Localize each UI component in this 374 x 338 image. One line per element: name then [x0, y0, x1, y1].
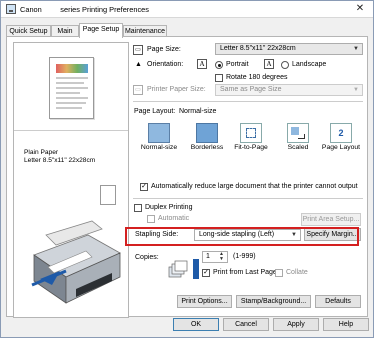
apply-button[interactable]: Apply [273, 318, 319, 331]
preview-media-info: Plain Paper Letter 8.5"x11" 22x28cm [24, 149, 95, 165]
ok-button[interactable]: OK [173, 318, 219, 331]
orientation-bullet: ▲ [135, 61, 142, 68]
copies-label: Copies: [135, 254, 159, 261]
landscape-label[interactable]: Landscape [292, 61, 326, 68]
dialog-footer: OK Cancel Apply Help [1, 318, 373, 338]
preview-text-line [56, 82, 84, 84]
auto-reduce-label[interactable]: Automatically reduce large document that… [151, 183, 358, 190]
tab-page-setup[interactable]: Page Setup [79, 23, 123, 38]
preview-text-line [56, 92, 80, 94]
preview-text-line [56, 107, 82, 109]
scaled-icon [287, 123, 309, 143]
landscape-radio[interactable] [281, 61, 289, 69]
page-setup-panel: Plain Paper Letter 8.5"x11" 22x28cm ▭ Pa… [6, 36, 368, 318]
help-button[interactable]: Help [323, 318, 369, 331]
collate-label[interactable]: Collate [286, 269, 308, 276]
duplex-printing-checkbox[interactable] [134, 204, 142, 212]
portrait-label[interactable]: Portrait [226, 61, 249, 68]
orientation-label: Orientation: [147, 61, 184, 68]
printer-paper-size-dropdown[interactable]: Same as Page Size ▼ [215, 84, 363, 96]
auto-reduce-checkbox[interactable]: ✓ [140, 183, 148, 191]
print-area-setup-button[interactable]: Print Area Setup... [301, 213, 361, 226]
automatic-label[interactable]: Automatic [158, 215, 189, 222]
preview-media-type: Plain Paper [24, 149, 59, 156]
preview-media-size: Letter 8.5"x11" 22x28cm [24, 157, 96, 164]
printer-paper-icon: ▭ [133, 85, 143, 95]
portrait-icon: A [197, 59, 207, 69]
preview-text-line [56, 102, 86, 104]
fit-to-page-icon [240, 123, 262, 143]
printing-preferences-window: Canon series Printing Preferences ✕ Quic… [0, 0, 374, 338]
layout-label-page-layout: Page Layout [321, 144, 361, 151]
borderless-icon [196, 123, 218, 143]
stapling-highlight-box [125, 227, 359, 246]
page-size-icon: ▭ [133, 45, 143, 55]
copies-spinner[interactable]: 1 ▲ ▼ [202, 251, 228, 263]
paper-orientation-icon [100, 185, 116, 205]
printer-paper-size-value: Same as Page Size [220, 86, 282, 93]
printer-illustration-icon [31, 220, 121, 304]
spinner-arrows-icon[interactable]: ▲ ▼ [219, 252, 224, 262]
layout-label-fit-to-page: Fit-to-Page [234, 144, 268, 151]
normal-size-icon [148, 123, 170, 143]
copies-icon [168, 260, 188, 278]
printer-paper-size-label: Printer Paper Size: [147, 86, 206, 93]
print-preview: Plain Paper Letter 8.5"x11" 22x28cm [13, 42, 129, 318]
divider [133, 101, 363, 102]
page-size-value: Letter 8.5"x11" 22x28cm [220, 45, 296, 52]
page-preview-area [14, 43, 128, 131]
page-size-label: Page Size: [147, 46, 181, 53]
preview-image-icon [56, 64, 88, 73]
printer-app-icon [6, 4, 16, 14]
layout-label-normal-size: Normal-size [140, 144, 178, 151]
defaults-button[interactable]: Defaults [315, 295, 361, 308]
preview-text-line [56, 77, 88, 79]
chevron-down-icon: ▼ [353, 46, 359, 52]
landscape-icon: A [264, 59, 274, 69]
print-from-last-page-checkbox[interactable]: ✓ [202, 269, 210, 277]
cancel-button[interactable]: Cancel [223, 318, 269, 331]
chevron-down-icon: ▼ [353, 87, 359, 93]
divider [133, 198, 363, 199]
portrait-radio[interactable] [215, 61, 223, 69]
rotate-180-checkbox[interactable] [215, 74, 223, 82]
automatic-checkbox[interactable] [147, 215, 155, 223]
page-layout-icon: 2 [330, 123, 352, 143]
copies-range: (1-999) [233, 253, 256, 260]
print-options-button[interactable]: Print Options... [177, 295, 232, 308]
preview-text-line [56, 97, 88, 99]
close-icon[interactable]: ✕ [348, 1, 372, 17]
page-size-dropdown[interactable]: Letter 8.5"x11" 22x28cm ▼ [215, 43, 363, 55]
page-layout-current: Normal-size [179, 108, 217, 115]
copies-value: 1 [206, 253, 210, 260]
window-title: Canon series Printing Preferences [20, 5, 149, 14]
page-order-icon [193, 259, 199, 279]
layout-label-scaled: Scaled [287, 144, 309, 151]
duplex-printing-label[interactable]: Duplex Printing [145, 204, 192, 211]
stamp-background-button[interactable]: Stamp/Background... [236, 295, 311, 308]
preview-text-line [56, 87, 88, 89]
print-from-last-page-label[interactable]: Print from Last Page [213, 269, 277, 276]
page-layout-label: Page Layout: [134, 108, 176, 115]
rotate-180-label[interactable]: Rotate 180 degrees [226, 74, 288, 81]
layout-label-borderless: Borderless [190, 144, 224, 151]
page-preview-thumbnail [49, 57, 94, 119]
title-bar: Canon series Printing Preferences ✕ [1, 1, 373, 18]
collate-checkbox[interactable] [275, 269, 283, 277]
